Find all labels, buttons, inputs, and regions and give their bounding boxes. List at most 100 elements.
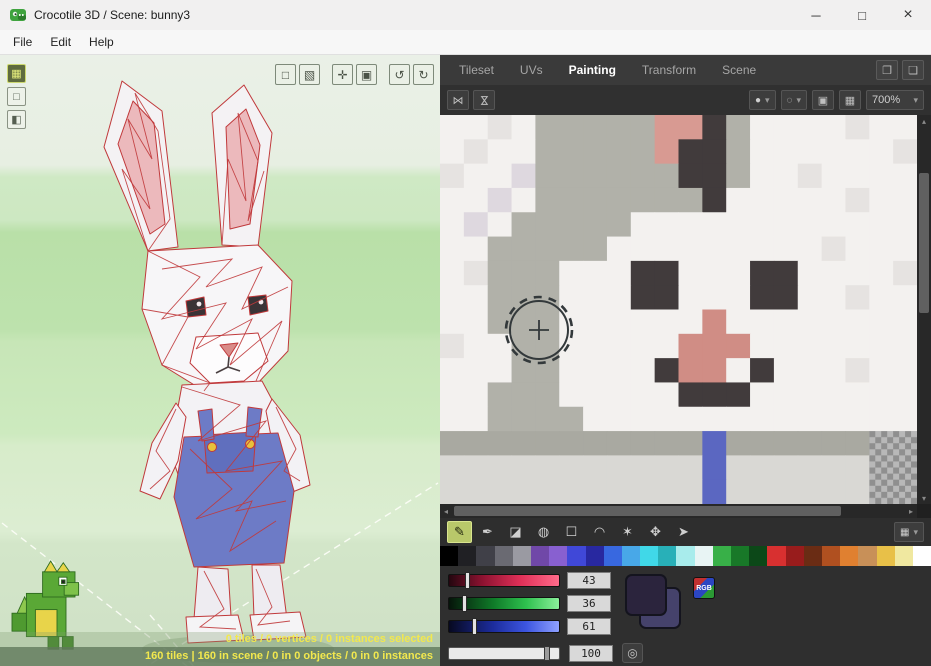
blue-value-field[interactable]: 61 (567, 618, 611, 635)
palette-swatch[interactable] (731, 546, 749, 566)
palette-swatch[interactable] (786, 546, 804, 566)
chevron-down-icon: ▾ (796, 95, 801, 106)
select-mode-button[interactable]: ▣ (356, 64, 377, 85)
primary-color-preview[interactable] (625, 574, 667, 616)
palette-swatch[interactable] (640, 546, 658, 566)
rgb-mode-button[interactable]: RGB (693, 577, 715, 599)
horizontal-scrollbar[interactable]: ◂ ▸ (440, 504, 917, 518)
viewport-3d[interactable]: □ ▧ ✛ ▣ ↺ ↻ ▦ □ ◧ 0 tiles / 0 vertices /… (0, 55, 440, 666)
dither-circle-icon[interactable]: ◎ (622, 643, 643, 663)
color-slider-section: 43 36 61 RGB (440, 566, 931, 640)
tab-transform[interactable]: Transform (629, 55, 709, 85)
palette-swatch[interactable] (713, 546, 731, 566)
selection-status: 0 tiles / 0 vertices / 0 instances selec… (0, 632, 440, 647)
panel-layout-icon[interactable]: ❏ (902, 60, 924, 80)
detach-panel-icon[interactable]: ❐ (876, 60, 898, 80)
blue-slider-handle[interactable] (472, 618, 477, 635)
palette-swatch[interactable] (531, 546, 549, 566)
opacity-slider-handle[interactable] (544, 646, 550, 661)
opacity-slider[interactable] (448, 647, 560, 660)
menu-item-help[interactable]: Help (80, 30, 123, 54)
side-panel: TilesetUVsPaintingTransformScene ❐ ❏ ⋈ ⋈… (440, 55, 931, 666)
palette-swatch[interactable] (586, 546, 604, 566)
palette-swatch[interactable] (840, 546, 858, 566)
palette-swatch[interactable] (804, 546, 822, 566)
fill-tool-icon[interactable]: ◍ (531, 521, 556, 543)
mirror-y-icon[interactable]: ⋈ (473, 90, 495, 110)
tab-uvs[interactable]: UVs (507, 55, 556, 85)
zoom-dropdown[interactable]: 700% ▾ (866, 90, 924, 110)
palette-swatch[interactable] (513, 546, 531, 566)
palette-swatch[interactable] (658, 546, 676, 566)
palette-swatch[interactable] (913, 546, 931, 566)
paint-tools-row: ✎✒◪◍☐◠✶✥➤ ▦ ▾ (440, 518, 931, 546)
green-value-field[interactable]: 36 (567, 595, 611, 612)
palette-swatch[interactable] (749, 546, 767, 566)
pencil-tool-icon[interactable]: ✎ (447, 521, 472, 543)
tile-edit-button[interactable]: □ (7, 87, 26, 106)
blue-slider[interactable] (448, 620, 560, 633)
scrollbar-corner (917, 504, 931, 518)
primitive-cube-button[interactable]: ▧ (299, 64, 320, 85)
texture-canvas-area[interactable]: ▴ ▾ ◂ ▸ (440, 115, 931, 518)
brush-size-dropdown[interactable]: ◌ ▾ (781, 90, 807, 110)
red-slider-handle[interactable] (465, 572, 470, 589)
block-mode-button[interactable]: ◧ (7, 110, 26, 129)
palette-swatch[interactable] (567, 546, 585, 566)
maximize-button[interactable]: □ (839, 0, 885, 30)
scroll-up-icon[interactable]: ▴ (917, 115, 931, 127)
close-button[interactable]: × (885, 0, 931, 30)
vertical-scrollbar[interactable]: ▴ ▾ (917, 115, 931, 504)
minimize-button[interactable]: ─ (793, 0, 839, 30)
magic-wand-tool-icon[interactable]: ✶ (615, 521, 640, 543)
horizontal-scroll-thumb[interactable] (454, 506, 841, 516)
palette-swatch[interactable] (858, 546, 876, 566)
primitive-quad-button[interactable]: □ (275, 64, 296, 85)
rotate-ccw-button[interactable]: ↺ (389, 64, 410, 85)
palette-swatch[interactable] (622, 546, 640, 566)
menu-item-edit[interactable]: Edit (41, 30, 80, 54)
tab-tileset[interactable]: Tileset (446, 55, 507, 85)
palette-swatch[interactable] (604, 546, 622, 566)
palette-swatch[interactable] (695, 546, 713, 566)
palette-swatch[interactable] (877, 546, 895, 566)
vertical-scroll-thumb[interactable] (919, 173, 929, 313)
tab-painting[interactable]: Painting (556, 55, 629, 85)
mirror-x-icon[interactable]: ⋈ (447, 90, 469, 110)
palette-swatch[interactable] (822, 546, 840, 566)
palette-swatch[interactable] (440, 546, 458, 566)
green-slider-handle[interactable] (462, 595, 467, 612)
red-value-field[interactable]: 43 (567, 572, 611, 589)
rect-select-tool-icon[interactable]: ☐ (559, 521, 584, 543)
checker-toggle-button[interactable]: ▣ (812, 90, 834, 110)
tile-create-button[interactable]: ▦ (7, 64, 26, 83)
texture-canvas[interactable] (440, 115, 917, 504)
menu-item-file[interactable]: File (4, 30, 41, 54)
palette-swatch[interactable] (458, 546, 476, 566)
rotate-cw-button[interactable]: ↻ (413, 64, 434, 85)
palette-swatch[interactable] (767, 546, 785, 566)
palette-swatch[interactable] (549, 546, 567, 566)
cursor-tool-icon[interactable]: ➤ (671, 521, 696, 543)
palette-swatch[interactable] (476, 546, 494, 566)
palette-options-dropdown[interactable]: ▦ ▾ (894, 522, 924, 542)
scene-bunny-model[interactable] (0, 55, 440, 666)
scroll-left-icon[interactable]: ◂ (440, 504, 452, 518)
opacity-value-field[interactable]: 100 (569, 645, 613, 662)
lasso-select-tool-icon[interactable]: ◠ (587, 521, 612, 543)
palette-swatch[interactable] (676, 546, 694, 566)
transform-mode-button[interactable]: ✛ (332, 64, 353, 85)
pen-tool-icon[interactable]: ✒ (475, 521, 500, 543)
scroll-right-icon[interactable]: ▸ (905, 504, 917, 518)
red-slider[interactable] (448, 574, 560, 587)
palette-swatch[interactable] (895, 546, 913, 566)
palette-swatch[interactable] (495, 546, 513, 566)
green-slider[interactable] (448, 597, 560, 610)
scroll-down-icon[interactable]: ▾ (917, 492, 931, 504)
grid-toggle-button[interactable]: ▦ (839, 90, 861, 110)
menubar: FileEditHelp (0, 30, 931, 55)
tab-scene[interactable]: Scene (709, 55, 769, 85)
pan-tool-icon[interactable]: ✥ (643, 521, 668, 543)
eraser-tool-icon[interactable]: ◪ (503, 521, 528, 543)
brush-shape-dropdown[interactable]: ● ▾ (749, 90, 776, 110)
